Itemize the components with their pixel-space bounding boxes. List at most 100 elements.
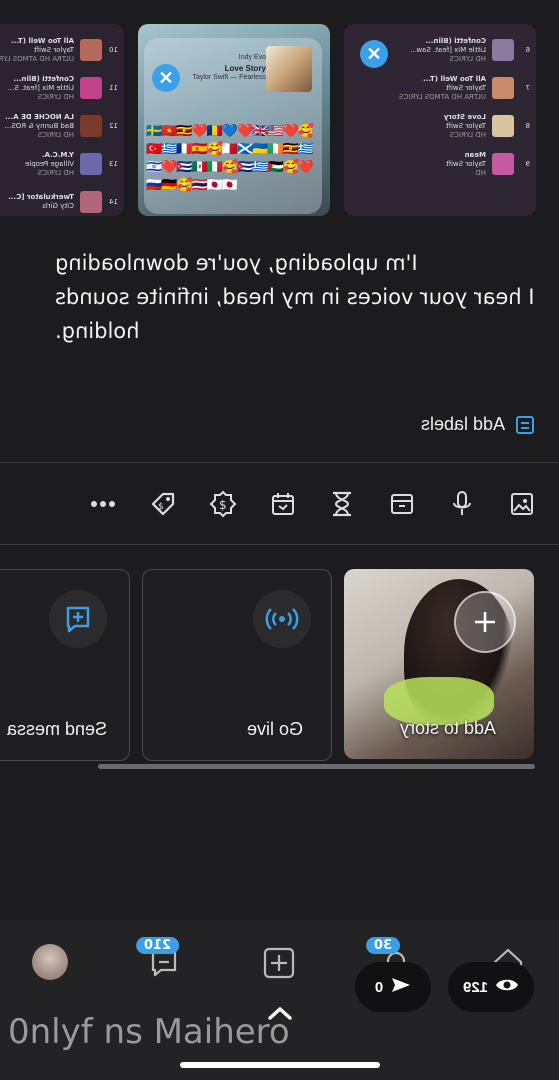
track-tags: HD LYRICS [449, 130, 486, 139]
track-number: 7 [525, 84, 530, 92]
more-icon[interactable] [88, 489, 118, 519]
calendar-icon[interactable] [268, 489, 298, 519]
add-to-story-card[interactable]: Add to story [344, 569, 534, 759]
track-row[interactable]: 12 LA NOCHE DE A... Bad Bunny & ROS... HD L… [0, 110, 118, 142]
divider-top [0, 462, 559, 463]
close-icon[interactable]: ✕ [152, 64, 180, 92]
track-tags: ULTRA HD ATMOS LYRICS [398, 92, 486, 101]
now-playing-song: Love Story [224, 64, 266, 73]
add-labels-label: Add labels [420, 414, 505, 434]
create-icon[interactable] [261, 945, 297, 981]
track-artist: Bad Bunny & ROS... [4, 121, 74, 130]
track-art [80, 115, 102, 137]
track-art [492, 153, 514, 175]
track-artist: Village People [25, 159, 74, 168]
tag-icon[interactable]: $ [148, 489, 178, 519]
compose-toolbar: $ $ [88, 486, 537, 522]
add-labels-button[interactable]: Add labels [421, 414, 535, 435]
lyrics-line-1: I'm uploading, you're downloading [55, 251, 418, 275]
divider-bottom [0, 544, 559, 545]
archive-icon[interactable] [387, 489, 417, 519]
track-tags: HD LYRICS [37, 92, 74, 101]
lyrics-line-3: holding. [55, 319, 140, 343]
track-text: All Too Well (T... Taylor Swift ULTRA HD A… [0, 37, 74, 64]
track-number: 8 [525, 122, 530, 130]
svg-text:$: $ [158, 502, 164, 512]
track-text: Confetti (Blin... Little Mix [feat. S... H… [0, 75, 74, 102]
track-title: All Too Well (T... [11, 36, 74, 45]
watermark-text: 0nlyf ns Maihero [8, 1012, 290, 1052]
track-number: 10 [109, 46, 118, 54]
track-row[interactable]: 14 Twerkulator [C... City Girls [0, 186, 118, 216]
track-artist: Taylor Swift [445, 83, 486, 92]
avatar[interactable] [32, 944, 68, 980]
shares-count: 0 [374, 978, 384, 996]
hourglass-icon[interactable] [327, 489, 357, 519]
track-artist: Taylor Swift [445, 121, 486, 130]
image-icon[interactable] [507, 489, 537, 519]
track-row[interactable]: 9 Mean Taylor Swift HD [350, 148, 530, 180]
now-playing-artist: Taylor Swift — Fearless [192, 74, 266, 81]
track-art [80, 191, 102, 213]
thumbnail-playlist-right[interactable]: 6 Confetti (Blin... Little Mix [feat. Saw.… [344, 24, 536, 216]
cards-scrollbar[interactable] [98, 764, 535, 769]
track-row[interactable]: 8 Love Story Taylor Swift HD LYRICS [350, 110, 530, 142]
send-message-label: Send messa [6, 719, 107, 739]
mic-icon[interactable] [447, 489, 477, 519]
go-live-card[interactable]: Go live [142, 569, 332, 761]
track-text: All Too Well (T... Taylor Swift ULTRA HD A… [350, 75, 486, 102]
track-title: Confetti (Blin... [13, 74, 74, 83]
track-art [80, 153, 102, 175]
track-text: Twerkulator [C... City Girls [0, 193, 74, 211]
track-title: All Too Well (T... [423, 74, 486, 83]
track-row[interactable]: 13 Y.M.C.A. Village People HD LYRICS [0, 148, 118, 180]
track-title: LA NOCHE DE A... [5, 112, 74, 121]
track-title: Mean [464, 150, 486, 159]
track-title: Y.M.C.A. [41, 150, 74, 159]
send-message-circle [49, 590, 107, 648]
track-art [492, 77, 514, 99]
track-text: Mean Taylor Swift HD [350, 151, 486, 178]
messages-badge: 210 [136, 937, 180, 954]
track-row[interactable]: 7 All Too Well (T... Taylor Swift ULTRA HD … [350, 72, 530, 104]
track-tags: HD LYRICS [37, 168, 74, 177]
track-tags: HD LYRICS [37, 130, 74, 139]
close-icon[interactable]: ✕ [360, 40, 388, 68]
shares-pill[interactable]: 0 [355, 962, 431, 1012]
track-text: Y.M.C.A. Village People HD LYRICS [0, 151, 74, 178]
track-number: 14 [109, 198, 118, 206]
svg-text:$: $ [219, 498, 227, 512]
track-artist: Taylor Swift [445, 159, 486, 168]
home-indicator[interactable] [180, 1062, 380, 1068]
track-row[interactable]: 11 Confetti (Blin... Little Mix [feat. S..… [0, 72, 118, 104]
track-text: Love Story Taylor Swift HD LYRICS [350, 113, 486, 140]
go-live-label: Go live [247, 719, 304, 739]
lyrics-text: I'm uploading, you're downloading I hear… [55, 246, 535, 348]
album-art [266, 46, 312, 92]
views-pill[interactable]: 129 [448, 962, 534, 1012]
track-row[interactable]: 10 All Too Well (T... Taylor Swift ULTRA HD… [0, 34, 118, 66]
add-story-plus-icon[interactable] [454, 591, 516, 653]
track-title: Love Story [443, 112, 486, 121]
add-to-story-label: Add to story [400, 718, 497, 738]
track-artist: City Girls [42, 202, 74, 210]
track-tags: HD [475, 168, 486, 177]
track-art [492, 115, 514, 137]
track-artist: Little Mix [feat. S... [7, 83, 74, 92]
eye-icon [495, 977, 519, 997]
track-number: 11 [109, 84, 118, 92]
badge-dollar-icon[interactable]: $ [208, 489, 238, 519]
lyrics-line-2: I hear your voices in my head, infinite … [55, 285, 535, 309]
track-number: 12 [109, 122, 118, 130]
track-text: LA NOCHE DE A... Bad Bunny & ROS... HD LYR… [0, 113, 74, 140]
thumbnail-now-playing[interactable]: Indy Evo Love Story Taylor Swift — Fearl… [138, 24, 330, 216]
send-message-card[interactable]: Send messa [0, 569, 130, 761]
thumbnail-playlist-left[interactable]: 10 All Too Well (T... Taylor Swift ULTRA HD… [0, 24, 124, 216]
track-number: 13 [109, 160, 118, 168]
views-count: 129 [463, 978, 489, 996]
track-title: Twerkulator [C... [8, 193, 74, 201]
track-art [80, 39, 102, 61]
label-icon [515, 415, 535, 435]
track-tags: ULTRA HD ATMOS LYRICS [0, 54, 74, 63]
track-art [80, 77, 102, 99]
